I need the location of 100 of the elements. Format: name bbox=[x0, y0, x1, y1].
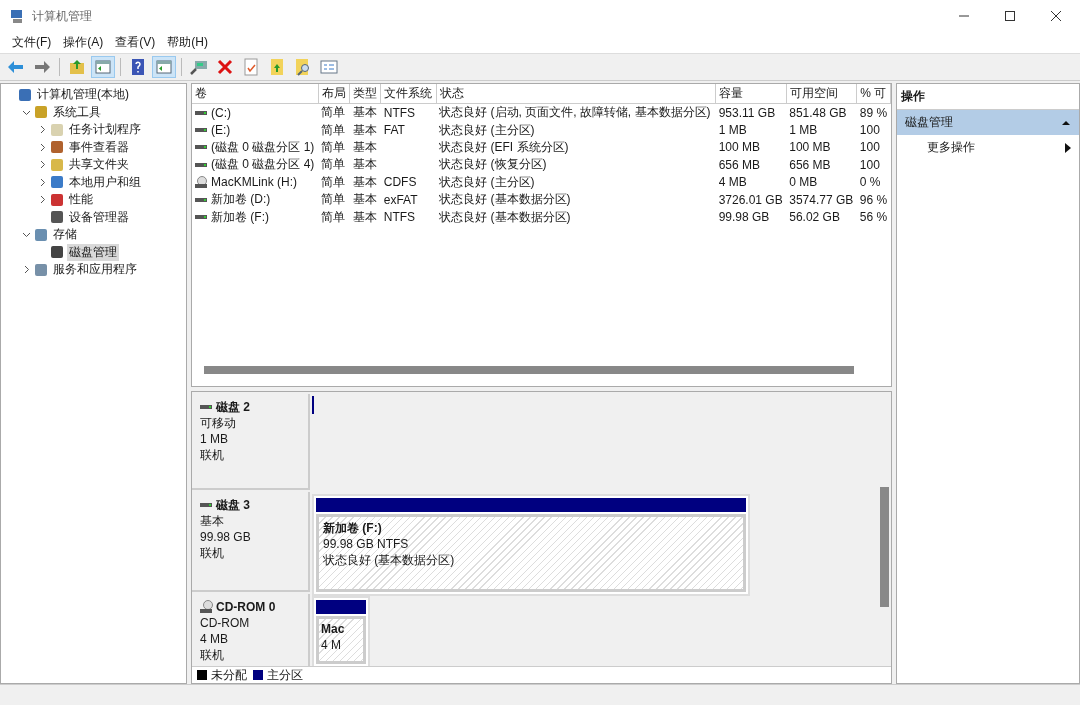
tree-item[interactable]: 事件查看器 bbox=[67, 138, 131, 156]
table-cell: 656 MB bbox=[718, 157, 760, 172]
pane-icon bbox=[94, 58, 112, 76]
menu-item[interactable]: 帮助(H) bbox=[161, 34, 214, 51]
tree-item[interactable]: 系统工具 bbox=[51, 103, 103, 121]
help-icon bbox=[129, 58, 147, 76]
table-cell: 基本 bbox=[352, 174, 377, 189]
node-icon bbox=[49, 156, 65, 173]
node-icon bbox=[49, 139, 65, 156]
folderup-icon bbox=[268, 58, 286, 76]
disk-detail: 99.98 GB bbox=[200, 529, 252, 545]
tree-item[interactable]: 服务和应用程序 bbox=[51, 261, 139, 279]
tree-item[interactable]: 任务计划程序 bbox=[67, 121, 143, 139]
partition-block[interactable]: Mac 4 M bbox=[312, 596, 370, 666]
table-cell: 100 MB bbox=[789, 140, 831, 155]
forward-icon bbox=[33, 58, 51, 76]
partition-block[interactable]: 新加卷 (F:) 99.98 GB NTFS 状态良好 (基本数据分区) bbox=[312, 494, 750, 596]
column-header[interactable]: 类型 bbox=[349, 84, 381, 104]
drive-icon bbox=[195, 176, 207, 189]
menu-item[interactable]: 查看(V) bbox=[109, 34, 162, 51]
table-cell: 状态良好 (恢复分区) bbox=[439, 157, 547, 172]
table-cell: 3574.77 GB bbox=[789, 192, 854, 207]
window-title: 计算机管理 bbox=[32, 7, 92, 25]
disk-detail: 基本 bbox=[200, 513, 225, 529]
table-cell: 新加卷 (D:) bbox=[211, 191, 271, 209]
table-cell: 基本 bbox=[352, 105, 377, 120]
collapse-chevron-icon[interactable] bbox=[21, 230, 31, 240]
table-cell: 656 MB bbox=[789, 157, 831, 172]
disk-detail: 1 MB bbox=[200, 431, 229, 447]
column-header[interactable]: 容量 bbox=[715, 84, 787, 104]
submenu-arrow-icon bbox=[1065, 142, 1071, 153]
table-cell: 4 MB bbox=[718, 175, 747, 190]
disk-detail: 可移动 bbox=[200, 415, 237, 431]
table-cell: 基本 bbox=[352, 139, 377, 154]
tree-item[interactable]: 本地用户和组 bbox=[67, 173, 143, 191]
table-cell: 基本 bbox=[352, 157, 377, 172]
collapse-icon[interactable] bbox=[1061, 118, 1071, 127]
pane-icon bbox=[155, 58, 173, 76]
column-header[interactable]: 卷 bbox=[192, 84, 319, 104]
table-cell: FAT bbox=[383, 123, 405, 138]
table-cell: (磁盘 0 磁盘分区 1) bbox=[211, 138, 315, 156]
table-cell: 状态良好 (主分区) bbox=[439, 122, 535, 137]
table-cell: 3726.01 GB bbox=[718, 192, 783, 207]
action-link[interactable]: 更多操作 bbox=[927, 139, 975, 156]
table-cell: 简单 bbox=[321, 192, 346, 207]
menu-item[interactable]: 文件(F) bbox=[6, 34, 58, 51]
table-cell: CDFS bbox=[383, 175, 417, 190]
tree-item[interactable]: 共享文件夹 bbox=[67, 156, 131, 174]
scrollbar-thumb[interactable] bbox=[880, 487, 889, 607]
up-icon bbox=[68, 58, 86, 76]
table-cell: 状态良好 (启动, 页面文件, 故障转储, 基本数据分区) bbox=[439, 105, 711, 120]
table-cell: 953.11 GB bbox=[718, 105, 776, 120]
column-header[interactable]: 文件系统 bbox=[380, 84, 437, 104]
close-icon[interactable] bbox=[1050, 10, 1062, 22]
table-cell: 简单 bbox=[321, 105, 346, 120]
scrollbar-thumb[interactable] bbox=[204, 366, 854, 374]
disk-name: 磁盘 2 bbox=[216, 399, 250, 415]
node-icon bbox=[49, 174, 65, 191]
actions-section[interactable]: 磁盘管理 bbox=[897, 110, 1079, 135]
tree-item[interactable]: 计算机管理(本地) bbox=[35, 86, 131, 104]
tree-item[interactable]: 设备管理器 bbox=[67, 208, 131, 226]
table-cell: 1 MB bbox=[789, 123, 818, 138]
tree-item[interactable]: 磁盘管理 bbox=[67, 243, 119, 261]
tree-item[interactable]: 存储 bbox=[51, 226, 79, 244]
table-cell: 1 MB bbox=[718, 123, 747, 138]
disk-name: CD-ROM 0 bbox=[216, 599, 276, 615]
tree-item[interactable]: 性能 bbox=[67, 191, 95, 209]
table-cell: 新加卷 (F:) bbox=[211, 208, 269, 226]
table-cell: 简单 bbox=[321, 174, 346, 189]
section-title: 磁盘管理 bbox=[905, 114, 953, 131]
table-cell: 状态良好 (基本数据分区) bbox=[439, 209, 571, 224]
table-cell: 100 bbox=[859, 123, 880, 138]
disk-detail: 联机 bbox=[200, 447, 225, 463]
table-cell: 状态良好 (EFI 系统分区) bbox=[439, 139, 569, 154]
node-icon bbox=[49, 121, 65, 138]
disk-name: 磁盘 3 bbox=[216, 497, 250, 513]
partition-text: 状态良好 (基本数据分区) bbox=[323, 552, 456, 568]
table-cell: 基本 bbox=[352, 122, 377, 137]
menu-item[interactable]: 操作(A) bbox=[57, 34, 110, 51]
node-icon bbox=[49, 244, 65, 261]
column-header[interactable]: 布局 bbox=[318, 84, 350, 104]
table-cell: 100 bbox=[859, 157, 880, 172]
maximize-icon[interactable] bbox=[1004, 10, 1016, 22]
table-cell: 状态良好 (基本数据分区) bbox=[439, 192, 571, 207]
table-cell: 基本 bbox=[352, 192, 377, 207]
table-cell: 0 % bbox=[859, 175, 881, 190]
table-cell: 0 MB bbox=[789, 175, 818, 190]
table-cell: 100 MB bbox=[718, 140, 760, 155]
disk-detail: 联机 bbox=[200, 647, 225, 663]
table-cell: MacKMLink (H:) bbox=[211, 175, 297, 190]
node-icon bbox=[33, 261, 49, 278]
table-cell: (C:) bbox=[211, 105, 231, 120]
table-cell: 89 % bbox=[859, 105, 888, 120]
column-header[interactable]: % 可 bbox=[856, 84, 891, 104]
disk-detail: CD-ROM bbox=[200, 615, 251, 631]
disk-detail: 4 MB bbox=[200, 631, 229, 647]
table-cell: 96 % bbox=[859, 192, 888, 207]
partition-text: 新加卷 (F:) bbox=[323, 520, 383, 536]
column-header[interactable]: 状态 bbox=[436, 84, 716, 104]
column-header[interactable]: 可用空间 bbox=[786, 84, 857, 104]
